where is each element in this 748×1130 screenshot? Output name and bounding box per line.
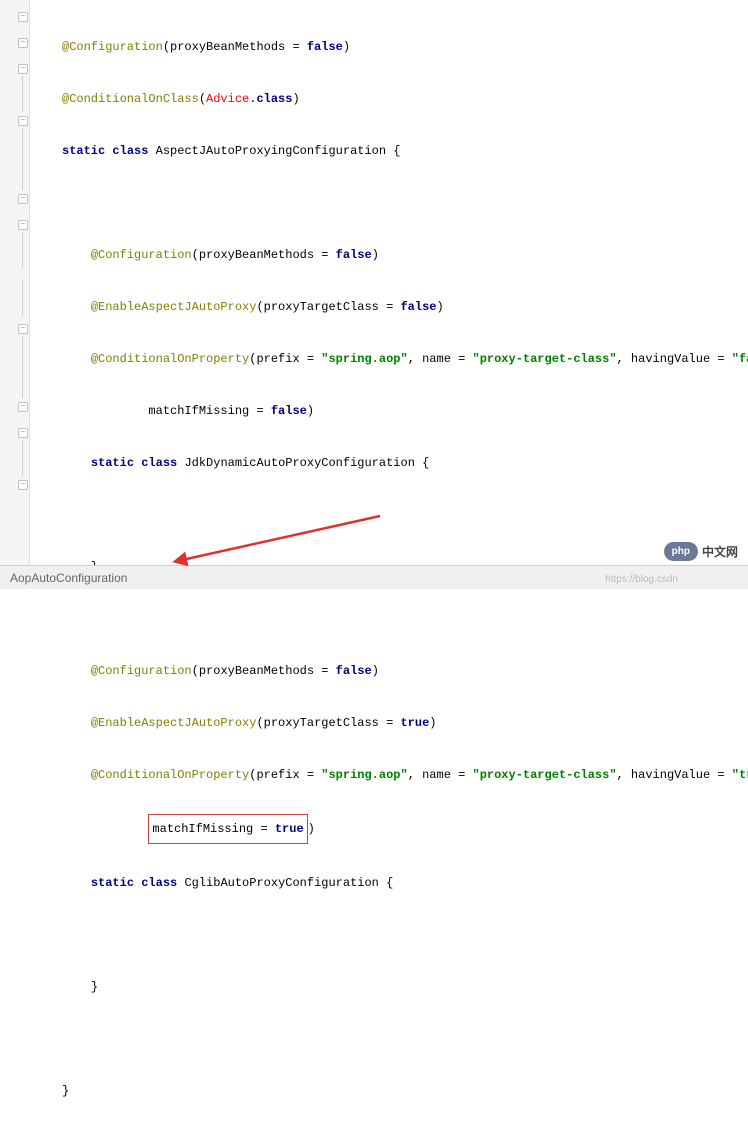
fold-icon[interactable]: − <box>18 402 28 412</box>
code-line <box>62 606 748 632</box>
code-line: @EnableAspectJAutoProxy(proxyTargetClass… <box>62 710 748 736</box>
fold-icon[interactable]: − <box>18 220 28 230</box>
code-line <box>62 502 748 528</box>
fold-icon[interactable]: − <box>18 38 28 48</box>
breadcrumb-bar: AopAutoConfiguration https://blog.csdn <box>0 565 748 589</box>
code-line: static class CglibAutoProxyConfiguration… <box>62 870 748 896</box>
fold-icon[interactable]: − <box>18 194 28 204</box>
code-line: @ConditionalOnProperty(prefix = "spring.… <box>62 346 748 372</box>
code-line: @ConditionalOnClass(Advice.class) <box>62 86 748 112</box>
fold-icon[interactable]: − <box>18 12 28 22</box>
code-line: @ConditionalOnProperty(prefix = "spring.… <box>62 762 748 788</box>
code-line <box>62 922 748 948</box>
code-line: matchIfMissing = false) <box>62 398 748 424</box>
breadcrumb-current[interactable]: AopAutoConfiguration <box>10 571 127 585</box>
highlighted-code: matchIfMissing = true <box>148 814 307 844</box>
fold-icon[interactable]: − <box>18 116 28 126</box>
code-line: } <box>62 1078 748 1104</box>
code-line: matchIfMissing = true) <box>62 814 748 844</box>
fold-icon[interactable]: − <box>18 324 28 334</box>
editor-gutter: − − − − − − − − − − <box>0 0 30 565</box>
fold-icon[interactable]: − <box>18 480 28 490</box>
code-line: @EnableAspectJAutoProxy(proxyTargetClass… <box>62 294 748 320</box>
code-line: static class JdkDynamicAutoProxyConfigur… <box>62 450 748 476</box>
code-line: static class AspectJAutoProxyingConfigur… <box>62 138 748 164</box>
fold-icon[interactable]: − <box>18 64 28 74</box>
fold-icon[interactable]: − <box>18 428 28 438</box>
code-line: @Configuration(proxyBeanMethods = false) <box>62 34 748 60</box>
code-line: } <box>62 974 748 1000</box>
url-watermark: https://blog.csdn <box>605 574 678 585</box>
watermark-badge: php 中文网 <box>664 542 738 561</box>
code-line: @Configuration(proxyBeanMethods = false) <box>62 242 748 268</box>
code-line: @Configuration(proxyBeanMethods = false) <box>62 658 748 684</box>
php-logo-icon: php <box>664 542 698 561</box>
code-line <box>62 190 748 216</box>
code-line <box>62 1026 748 1052</box>
code-editor[interactable]: @Configuration(proxyBeanMethods = false)… <box>30 0 748 565</box>
